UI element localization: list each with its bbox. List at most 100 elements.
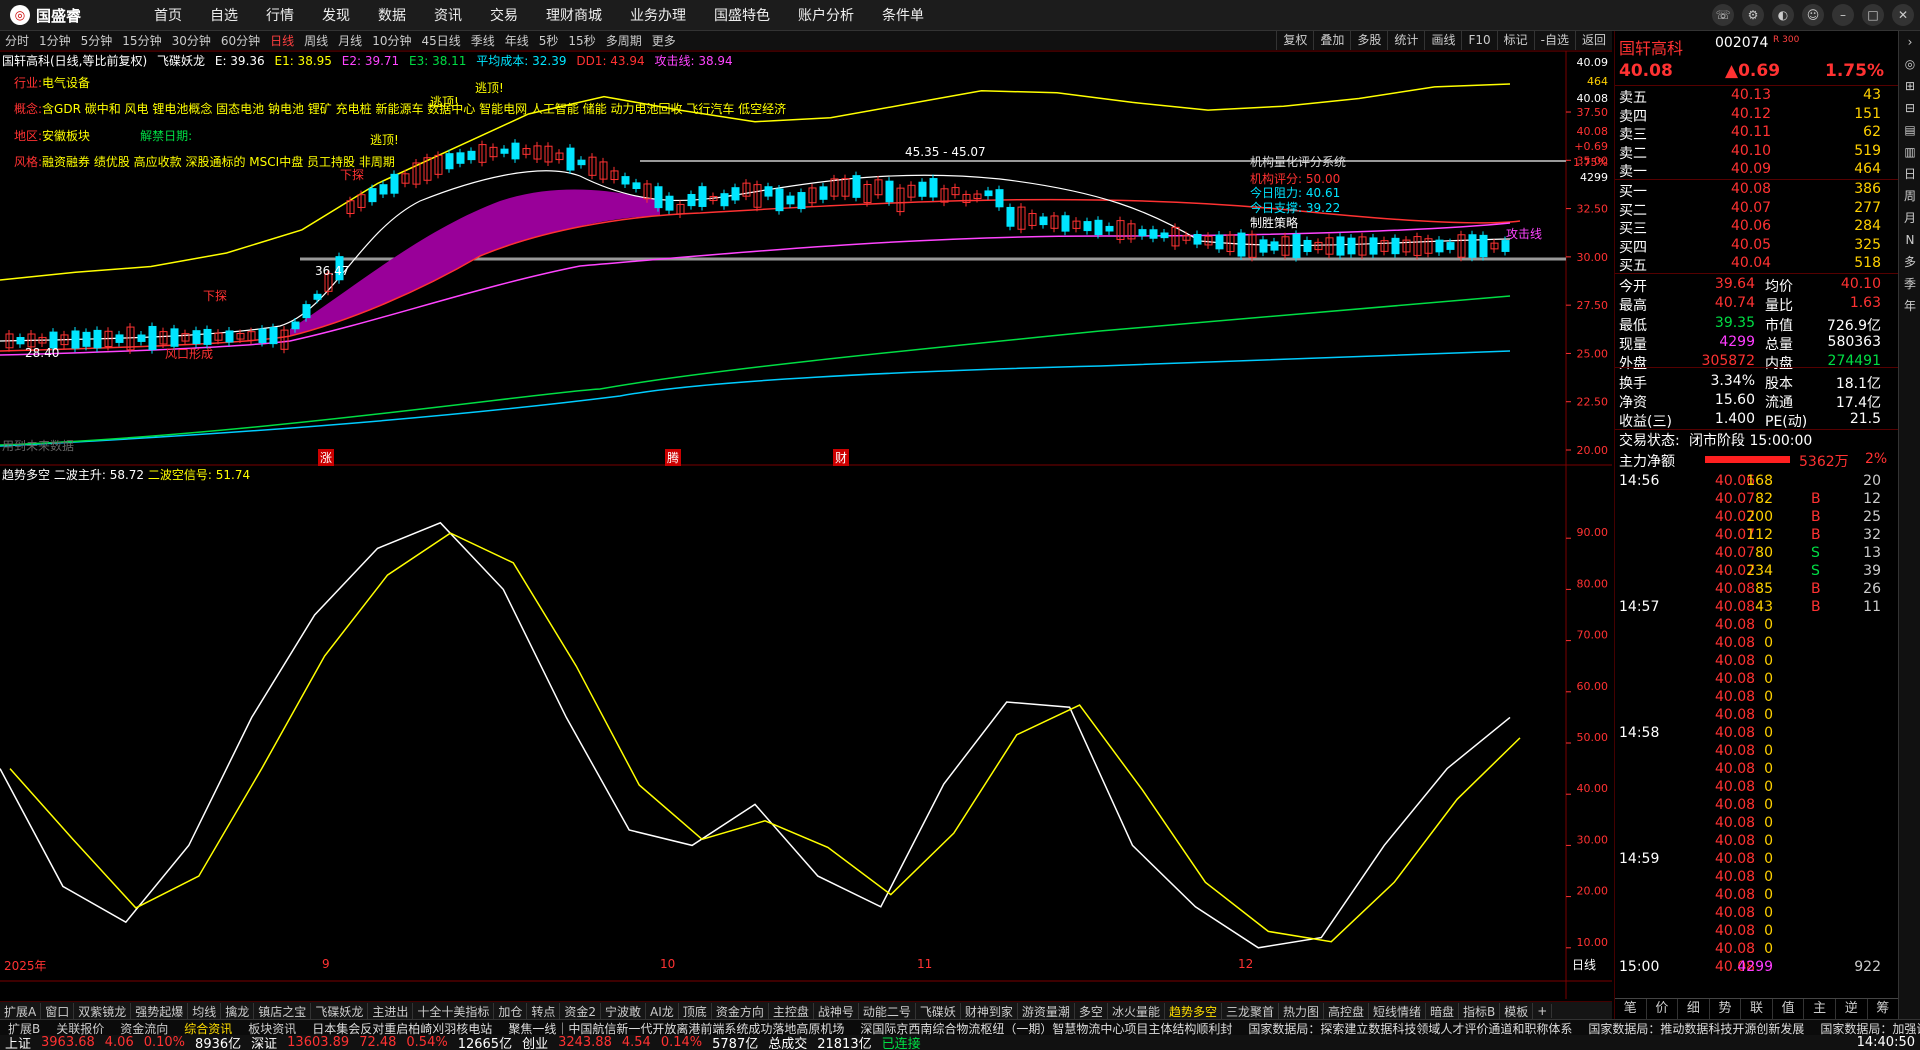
- quote-tab-6[interactable]: 主: [1804, 999, 1836, 1019]
- period-6[interactable]: 日线: [265, 32, 299, 49]
- indicator-tab-23[interactable]: 多空: [1075, 1002, 1108, 1020]
- indicator-tab-right-1[interactable]: 模板: [1500, 1002, 1534, 1020]
- chart-tool-8[interactable]: 返回: [1574, 31, 1612, 50]
- sidebar-item-3[interactable]: ⊟: [1899, 97, 1920, 119]
- info-tab-4[interactable]: 板块资讯: [240, 1020, 304, 1036]
- indicator-tab-right-2[interactable]: +: [1533, 1004, 1553, 1018]
- menu-item-9[interactable]: 国盛特色: [700, 5, 784, 25]
- quote-tab-1[interactable]: 价: [1647, 999, 1679, 1019]
- indicator-tab-4[interactable]: 均线: [188, 1002, 222, 1020]
- indicator-tab-11[interactable]: 转点: [527, 1002, 561, 1020]
- indicator-tab-29[interactable]: 短线情绪: [1369, 1002, 1427, 1020]
- period-2[interactable]: 5分钟: [76, 32, 118, 49]
- info-tab-0[interactable]: 扩展B: [0, 1020, 48, 1036]
- bid-level-2[interactable]: 买三 40.06 284: [1615, 218, 1885, 237]
- news-item-1[interactable]: 聚焦一线｜中国航信新一代开放离港前端系统成功落地高原机场: [500, 1020, 852, 1036]
- indicator-tab-27[interactable]: 热力图: [1279, 1002, 1324, 1020]
- indicator-tab-2[interactable]: 双紫镜龙: [74, 1002, 132, 1020]
- menu-item-6[interactable]: 交易: [476, 5, 532, 25]
- period-0[interactable]: 分时: [0, 32, 34, 49]
- menu-item-11[interactable]: 条件单: [868, 5, 938, 25]
- ask-level-2[interactable]: 卖三 40.11 62: [1615, 124, 1885, 143]
- indicator-tab-5[interactable]: 擒龙: [221, 1002, 255, 1020]
- indicator-tab-6[interactable]: 镇店之宝: [254, 1002, 312, 1020]
- indicator-tab-19[interactable]: 动能二号: [859, 1002, 916, 1020]
- indicator-tab-22[interactable]: 游资量潮: [1018, 1002, 1075, 1020]
- news-item-4[interactable]: 国家数据局：推动数据科技开源创新发展: [1580, 1020, 1812, 1036]
- ask-level-4[interactable]: 卖一 40.09 464: [1615, 161, 1885, 180]
- ask-level-1[interactable]: 卖四 40.12 151: [1615, 106, 1885, 125]
- info-tab-3[interactable]: 综合资讯: [176, 1020, 240, 1036]
- ask-level-3[interactable]: 卖二 40.10 519: [1615, 143, 1885, 162]
- sidebar-item-9[interactable]: N: [1899, 229, 1920, 251]
- indicator-tab-16[interactable]: 资金方向: [712, 1002, 769, 1020]
- indicator-tab-20[interactable]: 飞碟妖: [916, 1002, 961, 1020]
- minimize-icon[interactable]: –: [1832, 4, 1854, 26]
- period-8[interactable]: 月线: [333, 32, 367, 49]
- period-3[interactable]: 15分钟: [117, 32, 166, 49]
- indicator-tab-12[interactable]: 资金2: [560, 1002, 602, 1020]
- indicator-tab-8[interactable]: 主进出: [368, 1002, 414, 1020]
- bid-level-4[interactable]: 买五 40.04 518: [1615, 255, 1885, 274]
- indicator-tab-25[interactable]: 趋势多空: [1165, 1002, 1222, 1020]
- news-item-2[interactable]: 深国际京西南综合物流枢纽（一期）智慧物流中心项目主体结构顺利封: [852, 1020, 1240, 1036]
- app-logo[interactable]: ◎ 国盛睿: [10, 4, 81, 26]
- indicator-tab-right-0[interactable]: 指标B: [1459, 1002, 1501, 1020]
- period-4[interactable]: 30分钟: [167, 32, 216, 49]
- indicator-tab-28[interactable]: 高控盘: [1324, 1002, 1370, 1020]
- news-item-5[interactable]: 国家数据局：加强试验验证和检: [1812, 1020, 1920, 1036]
- menu-item-8[interactable]: 业务办理: [616, 5, 700, 25]
- period-5[interactable]: 60分钟: [216, 32, 265, 49]
- chart-tool-6[interactable]: 标记: [1496, 31, 1534, 50]
- event-mark-2[interactable]: 腾: [665, 449, 682, 466]
- quote-tab-4[interactable]: 联: [1741, 999, 1773, 1019]
- sidebar-item-2[interactable]: ⊞: [1899, 75, 1920, 97]
- sidebar-item-10[interactable]: 多: [1899, 251, 1920, 273]
- x-period-label[interactable]: 日线: [1572, 956, 1596, 973]
- settings-icon[interactable]: ⚙: [1742, 4, 1764, 26]
- chart-tool-0[interactable]: 复权: [1276, 31, 1313, 50]
- news-item-0[interactable]: 日本集会反对重启柏崎刈羽核电站: [304, 1020, 500, 1036]
- info-tab-2[interactable]: 资金流向: [112, 1020, 176, 1036]
- indicator-tab-3[interactable]: 强势起爆: [131, 1002, 189, 1020]
- indicator-tab-30[interactable]: 暗盘: [1426, 1002, 1460, 1020]
- news-item-3[interactable]: 国家数据局：探索建立数据科技领域人才评价通道和职称体系: [1240, 1020, 1580, 1036]
- chart-tool-3[interactable]: 统计: [1387, 31, 1424, 50]
- chart-tool-4[interactable]: 画线: [1424, 31, 1461, 50]
- quote-tab-2[interactable]: 细: [1678, 999, 1710, 1019]
- menu-item-0[interactable]: 首页: [140, 5, 196, 25]
- chart-tool-1[interactable]: 叠加: [1313, 31, 1350, 50]
- quote-tab-3[interactable]: 势: [1710, 999, 1742, 1019]
- close-icon[interactable]: ✕: [1892, 4, 1914, 26]
- sidebar-item-8[interactable]: 月: [1899, 207, 1920, 229]
- chart-tool-7[interactable]: -自选: [1533, 31, 1575, 50]
- bid-level-1[interactable]: 买二 40.07 277: [1615, 200, 1885, 219]
- menu-item-1[interactable]: 自选: [196, 5, 252, 25]
- legend-indicator[interactable]: 飞碟妖龙: [157, 54, 205, 68]
- menu-item-3[interactable]: 发现: [308, 5, 364, 25]
- indicator-tab-9[interactable]: 十全十美指标: [413, 1002, 495, 1020]
- period-9[interactable]: 10分钟: [367, 32, 416, 49]
- bid-level-3[interactable]: 买四 40.05 325: [1615, 237, 1885, 256]
- menu-item-2[interactable]: 行情: [252, 5, 308, 25]
- indicator-tab-0[interactable]: 扩展A: [0, 1002, 42, 1020]
- event-mark-1[interactable]: 涨: [318, 449, 335, 466]
- chart-tool-2[interactable]: 多股: [1350, 31, 1387, 50]
- event-mark-3[interactable]: 财: [833, 449, 850, 466]
- indicator-tab-24[interactable]: 冰火量能: [1108, 1002, 1165, 1020]
- sidebar-item-6[interactable]: 日: [1899, 163, 1920, 185]
- skin-icon[interactable]: ◐: [1772, 4, 1794, 26]
- period-12[interactable]: 年线: [500, 32, 534, 49]
- sidebar-item-12[interactable]: 年: [1899, 295, 1920, 317]
- menu-item-10[interactable]: 账户分析: [784, 5, 868, 25]
- quote-tab-8[interactable]: 筹: [1868, 999, 1900, 1019]
- kline-chart[interactable]: 40.0946440.0840.08+0.691.75%429937.5035.…: [0, 51, 1612, 1001]
- period-16[interactable]: 更多: [647, 32, 681, 49]
- menu-item-5[interactable]: 资讯: [420, 5, 476, 25]
- bid-level-0[interactable]: 买一 40.08 386: [1615, 181, 1885, 200]
- sidebar-item-5[interactable]: ▥: [1899, 141, 1920, 163]
- quote-tab-5[interactable]: 值: [1773, 999, 1805, 1019]
- indicator-tab-13[interactable]: 宁波敢: [601, 1002, 647, 1020]
- period-15[interactable]: 多周期: [601, 32, 647, 49]
- indicator-tab-1[interactable]: 窗口: [41, 1002, 75, 1020]
